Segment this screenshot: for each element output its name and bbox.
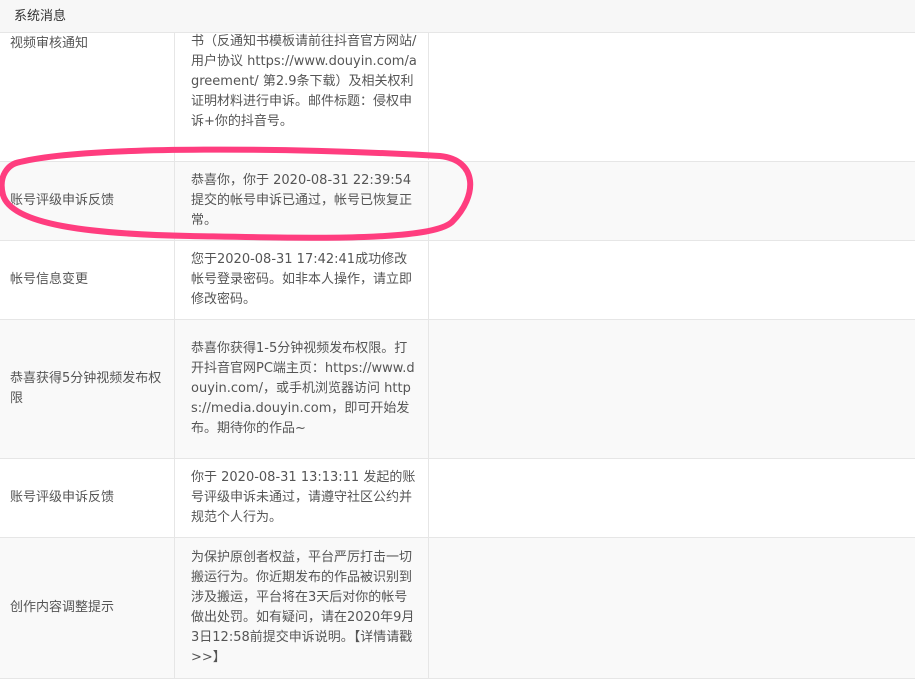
system-messages-header: 系统消息	[0, 0, 915, 33]
message-content: 你于 2020-08-31 13:13:11 发起的账号评级申诉未通过，请遵守社…	[175, 459, 429, 537]
message-content: 恭喜你，你于 2020-08-31 22:39:54 提交的帐号申诉已通过，帐号…	[175, 162, 429, 240]
message-content: 书（反通知书模板请前往抖音官方网站/用户协议 https://www.douyi…	[175, 32, 429, 160]
message-content: 为保护原创者权益，平台严厉打击一切搬运行为。你近期发布的作品被识别到涉及搬运，平…	[175, 538, 429, 678]
message-type: 账号评级申诉反馈	[0, 459, 175, 537]
table-row: 视频审核通知 书（反通知书模板请前往抖音官方网站/用户协议 https://ww…	[0, 32, 915, 162]
table-row: 帐号信息变更 您于2020-08-31 17:42:41成功修改帐号登录密码。如…	[0, 241, 915, 320]
message-type: 帐号信息变更	[0, 241, 175, 319]
message-type: 账号评级申诉反馈	[0, 162, 175, 240]
message-type: 恭喜获得5分钟视频发布权限	[0, 320, 175, 458]
table-row: 账号评级申诉反馈 恭喜你，你于 2020-08-31 22:39:54 提交的帐…	[0, 162, 915, 241]
page-title: 系统消息	[14, 9, 67, 24]
message-type: 视频审核通知	[0, 33, 175, 161]
message-content: 恭喜你获得1-5分钟视频发布权限。打开抖音官网PC端主页：https://www…	[175, 320, 429, 458]
message-type: 创作内容调整提示	[0, 538, 175, 678]
table-row: 恭喜获得5分钟视频发布权限 恭喜你获得1-5分钟视频发布权限。打开抖音官网PC端…	[0, 320, 915, 459]
message-content: 您于2020-08-31 17:42:41成功修改帐号登录密码。如非本人操作，请…	[175, 241, 429, 319]
table-row: 账号评级申诉反馈 你于 2020-08-31 13:13:11 发起的账号评级申…	[0, 459, 915, 538]
table-row: 创作内容调整提示 为保护原创者权益，平台严厉打击一切搬运行为。你近期发布的作品被…	[0, 538, 915, 679]
